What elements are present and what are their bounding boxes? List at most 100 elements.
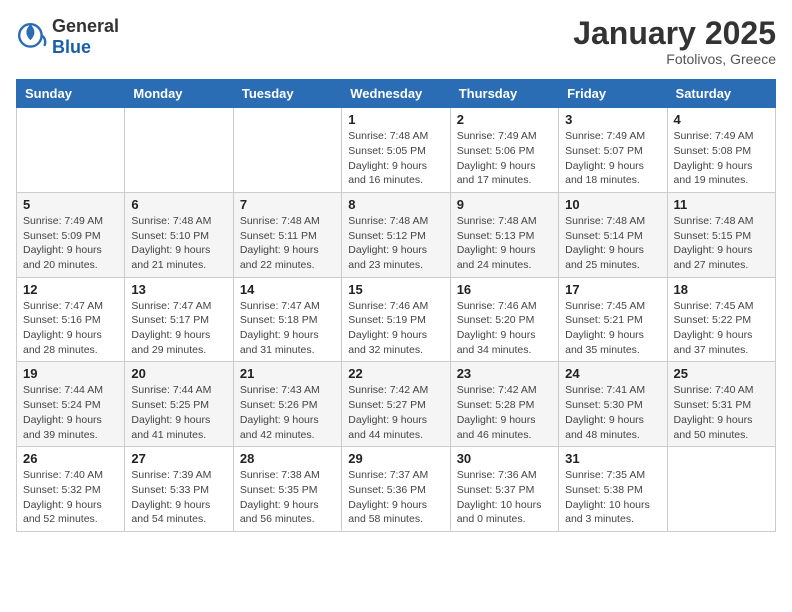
day-number: 23 bbox=[457, 366, 552, 381]
table-row: 26Sunrise: 7:40 AM Sunset: 5:32 PM Dayli… bbox=[17, 447, 125, 532]
logo-blue-text: Blue bbox=[52, 37, 91, 57]
table-row: 6 Sunrise: 7:48 AM Sunset: 5:10 PM Daylig… bbox=[125, 192, 233, 277]
day-info: Sunrise: 7:49 AM Sunset: 5:08 PM Dayligh… bbox=[674, 129, 769, 188]
page-container: General Blue January 2025 Fotolivos, Gre… bbox=[16, 16, 776, 532]
day-info: Sunrise: 7:35 AM Sunset: 5:38 PM Dayligh… bbox=[565, 468, 660, 527]
day-number: 19 bbox=[23, 366, 118, 381]
header-monday: Monday bbox=[125, 80, 233, 108]
day-info: Sunrise: 7:46 AM Sunset: 5:19 PM Dayligh… bbox=[348, 299, 443, 358]
day-info: Sunrise: 7:45 AM Sunset: 5:22 PM Dayligh… bbox=[674, 299, 769, 358]
day-number: 14 bbox=[240, 282, 335, 297]
table-row: 20Sunrise: 7:44 AM Sunset: 5:25 PM Dayli… bbox=[125, 362, 233, 447]
table-row: 21 Sunrise: 7:43 AM Sunset: 5:26 PM Dayli… bbox=[233, 362, 341, 447]
table-row: 31Sunrise: 7:35 AM Sunset: 5:38 PM Dayli… bbox=[559, 447, 667, 532]
table-row bbox=[125, 108, 233, 193]
table-row: 27 Sunrise: 7:39 AM Sunset: 5:33 PM Dayli… bbox=[125, 447, 233, 532]
table-row: 30 Sunrise: 7:36 AM Sunset: 5:37 PM Dayli… bbox=[450, 447, 558, 532]
day-info: Sunrise: 7:36 AM Sunset: 5:37 PM Dayligh… bbox=[457, 468, 552, 527]
day-number: 11 bbox=[674, 197, 769, 212]
day-number: 15 bbox=[348, 282, 443, 297]
day-info: Sunrise: 7:42 AM Sunset: 5:27 PM Dayligh… bbox=[348, 383, 443, 442]
calendar-week-row: 12 Sunrise: 7:47 AM Sunset: 5:16 PM Dayli… bbox=[17, 277, 776, 362]
table-row bbox=[667, 447, 775, 532]
day-info: Sunrise: 7:48 AM Sunset: 5:14 PM Dayligh… bbox=[565, 214, 660, 273]
table-row: 28 Sunrise: 7:38 AM Sunset: 5:35 PM Dayli… bbox=[233, 447, 341, 532]
day-number: 3 bbox=[565, 112, 660, 127]
day-info: Sunrise: 7:47 AM Sunset: 5:17 PM Dayligh… bbox=[131, 299, 226, 358]
day-number: 21 bbox=[240, 366, 335, 381]
day-number: 8 bbox=[348, 197, 443, 212]
day-number: 12 bbox=[23, 282, 118, 297]
day-number: 28 bbox=[240, 451, 335, 466]
table-row: 3Sunrise: 7:49 AM Sunset: 5:07 PM Daylig… bbox=[559, 108, 667, 193]
day-number: 5 bbox=[23, 197, 118, 212]
day-number: 9 bbox=[457, 197, 552, 212]
day-number: 2 bbox=[457, 112, 552, 127]
header-sunday: Sunday bbox=[17, 80, 125, 108]
header-thursday: Thursday bbox=[450, 80, 558, 108]
title-block: January 2025 Fotolivos, Greece bbox=[573, 16, 776, 67]
day-info: Sunrise: 7:41 AM Sunset: 5:30 PM Dayligh… bbox=[565, 383, 660, 442]
day-number: 18 bbox=[674, 282, 769, 297]
calendar-week-row: 26Sunrise: 7:40 AM Sunset: 5:32 PM Dayli… bbox=[17, 447, 776, 532]
day-number: 4 bbox=[674, 112, 769, 127]
day-number: 22 bbox=[348, 366, 443, 381]
calendar-header-row: Sunday Monday Tuesday Wednesday Thursday… bbox=[17, 80, 776, 108]
table-row: 22 Sunrise: 7:42 AM Sunset: 5:27 PM Dayli… bbox=[342, 362, 450, 447]
day-number: 13 bbox=[131, 282, 226, 297]
day-number: 20 bbox=[131, 366, 226, 381]
header-saturday: Saturday bbox=[667, 80, 775, 108]
table-row: 11 Sunrise: 7:48 AM Sunset: 5:15 PM Dayli… bbox=[667, 192, 775, 277]
day-info: Sunrise: 7:37 AM Sunset: 5:36 PM Dayligh… bbox=[348, 468, 443, 527]
table-row: 25 Sunrise: 7:40 AM Sunset: 5:31 PM Dayli… bbox=[667, 362, 775, 447]
header-friday: Friday bbox=[559, 80, 667, 108]
table-row: 13 Sunrise: 7:47 AM Sunset: 5:17 PM Dayli… bbox=[125, 277, 233, 362]
table-row: 19Sunrise: 7:44 AM Sunset: 5:24 PM Dayli… bbox=[17, 362, 125, 447]
calendar-table: Sunday Monday Tuesday Wednesday Thursday… bbox=[16, 79, 776, 532]
table-row: 14 Sunrise: 7:47 AM Sunset: 5:18 PM Dayli… bbox=[233, 277, 341, 362]
day-info: Sunrise: 7:40 AM Sunset: 5:31 PM Dayligh… bbox=[674, 383, 769, 442]
table-row: 17 Sunrise: 7:45 AM Sunset: 5:21 PM Dayli… bbox=[559, 277, 667, 362]
logo-icon bbox=[16, 21, 48, 53]
day-info: Sunrise: 7:48 AM Sunset: 5:10 PM Dayligh… bbox=[131, 214, 226, 273]
day-info: Sunrise: 7:45 AM Sunset: 5:21 PM Dayligh… bbox=[565, 299, 660, 358]
day-info: Sunrise: 7:39 AM Sunset: 5:33 PM Dayligh… bbox=[131, 468, 226, 527]
table-row: 8 Sunrise: 7:48 AM Sunset: 5:12 PM Daylig… bbox=[342, 192, 450, 277]
table-row: 15 Sunrise: 7:46 AM Sunset: 5:19 PM Dayli… bbox=[342, 277, 450, 362]
day-info: Sunrise: 7:43 AM Sunset: 5:26 PM Dayligh… bbox=[240, 383, 335, 442]
table-row: 23 Sunrise: 7:42 AM Sunset: 5:28 PM Dayli… bbox=[450, 362, 558, 447]
day-info: Sunrise: 7:48 AM Sunset: 5:11 PM Dayligh… bbox=[240, 214, 335, 273]
day-number: 16 bbox=[457, 282, 552, 297]
day-number: 6 bbox=[131, 197, 226, 212]
day-info: Sunrise: 7:48 AM Sunset: 5:12 PM Dayligh… bbox=[348, 214, 443, 273]
day-number: 17 bbox=[565, 282, 660, 297]
day-number: 1 bbox=[348, 112, 443, 127]
day-number: 24 bbox=[565, 366, 660, 381]
day-info: Sunrise: 7:38 AM Sunset: 5:35 PM Dayligh… bbox=[240, 468, 335, 527]
table-row bbox=[17, 108, 125, 193]
day-number: 30 bbox=[457, 451, 552, 466]
day-info: Sunrise: 7:48 AM Sunset: 5:13 PM Dayligh… bbox=[457, 214, 552, 273]
day-number: 27 bbox=[131, 451, 226, 466]
day-info: Sunrise: 7:47 AM Sunset: 5:18 PM Dayligh… bbox=[240, 299, 335, 358]
day-number: 26 bbox=[23, 451, 118, 466]
table-row: 1 Sunrise: 7:48 AM Sunset: 5:05 PM Daylig… bbox=[342, 108, 450, 193]
table-row: 10Sunrise: 7:48 AM Sunset: 5:14 PM Dayli… bbox=[559, 192, 667, 277]
day-number: 7 bbox=[240, 197, 335, 212]
location: Fotolivos, Greece bbox=[573, 51, 776, 67]
month-title: January 2025 bbox=[573, 16, 776, 51]
logo: General Blue bbox=[16, 16, 119, 58]
day-info: Sunrise: 7:47 AM Sunset: 5:16 PM Dayligh… bbox=[23, 299, 118, 358]
table-row bbox=[233, 108, 341, 193]
day-info: Sunrise: 7:48 AM Sunset: 5:05 PM Dayligh… bbox=[348, 129, 443, 188]
table-row: 7 Sunrise: 7:48 AM Sunset: 5:11 PM Daylig… bbox=[233, 192, 341, 277]
table-row: 29Sunrise: 7:37 AM Sunset: 5:36 PM Dayli… bbox=[342, 447, 450, 532]
table-row: 5 Sunrise: 7:49 AM Sunset: 5:09 PM Daylig… bbox=[17, 192, 125, 277]
header-wednesday: Wednesday bbox=[342, 80, 450, 108]
day-info: Sunrise: 7:49 AM Sunset: 5:09 PM Dayligh… bbox=[23, 214, 118, 273]
header-tuesday: Tuesday bbox=[233, 80, 341, 108]
day-info: Sunrise: 7:42 AM Sunset: 5:28 PM Dayligh… bbox=[457, 383, 552, 442]
day-number: 25 bbox=[674, 366, 769, 381]
day-info: Sunrise: 7:48 AM Sunset: 5:15 PM Dayligh… bbox=[674, 214, 769, 273]
table-row: 4 Sunrise: 7:49 AM Sunset: 5:08 PM Daylig… bbox=[667, 108, 775, 193]
